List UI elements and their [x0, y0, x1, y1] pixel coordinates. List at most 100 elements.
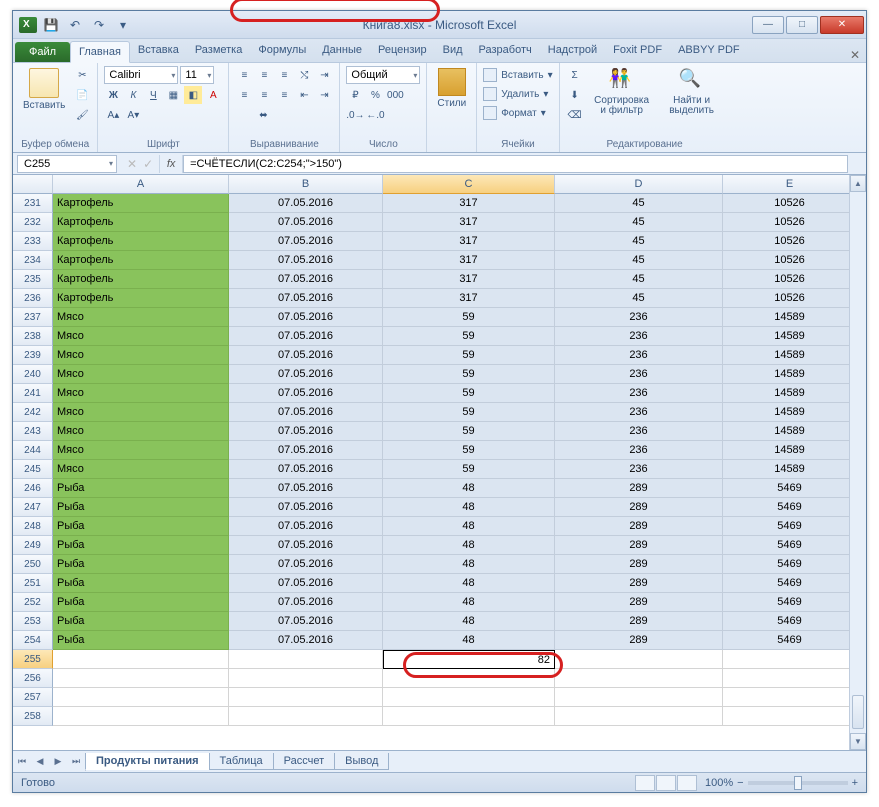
cell[interactable]: 48 — [383, 555, 555, 574]
border-button[interactable]: ▦ — [164, 86, 182, 104]
cell[interactable]: 48 — [383, 574, 555, 593]
row-header[interactable]: 242 — [13, 403, 53, 422]
cell[interactable]: Картофель — [53, 232, 229, 251]
row-header[interactable]: 253 — [13, 612, 53, 631]
cell[interactable]: 59 — [383, 346, 555, 365]
cell[interactable]: 14589 — [723, 327, 857, 346]
row-header[interactable]: 252 — [13, 593, 53, 612]
cell[interactable]: 45 — [555, 289, 723, 308]
row-header[interactable]: 257 — [13, 688, 53, 707]
autosum-button[interactable]: Σ — [566, 66, 584, 84]
cell[interactable]: 289 — [555, 498, 723, 517]
cell[interactable] — [53, 669, 229, 688]
format-cells-button[interactable]: Формат ▾ — [483, 104, 546, 122]
cell[interactable]: Картофель — [53, 251, 229, 270]
sheet-nav-last[interactable]: ⏭ — [67, 753, 85, 771]
cell[interactable]: 07.05.2016 — [229, 232, 383, 251]
cell[interactable]: 07.05.2016 — [229, 612, 383, 631]
cell[interactable]: 07.05.2016 — [229, 631, 383, 650]
cell[interactable]: 48 — [383, 479, 555, 498]
font-size-combo[interactable]: 11 — [180, 66, 214, 84]
row-header[interactable]: 238 — [13, 327, 53, 346]
number-format-combo[interactable]: Общий — [346, 66, 420, 84]
cell[interactable]: 289 — [555, 574, 723, 593]
cell[interactable]: 07.05.2016 — [229, 384, 383, 403]
ribbon-tab[interactable]: Foxit PDF — [605, 40, 670, 62]
cell[interactable]: 59 — [383, 460, 555, 479]
maximize-button[interactable]: □ — [786, 16, 818, 34]
row-header[interactable]: 249 — [13, 536, 53, 555]
increase-indent-button[interactable]: ⇥ — [315, 86, 333, 104]
sheet-nav-prev[interactable]: ◀ — [31, 753, 49, 771]
increase-decimal-button[interactable]: .0→ — [346, 106, 364, 124]
cell[interactable]: 317 — [383, 232, 555, 251]
row-header[interactable]: 255 — [13, 650, 53, 669]
cell[interactable]: 14589 — [723, 460, 857, 479]
cell[interactable]: Рыба — [53, 555, 229, 574]
insert-cells-button[interactable]: Вставить ▾ — [483, 66, 552, 84]
cell[interactable]: 07.05.2016 — [229, 403, 383, 422]
cell[interactable]: 07.05.2016 — [229, 270, 383, 289]
cell[interactable]: 10526 — [723, 232, 857, 251]
cell[interactable]: 236 — [555, 346, 723, 365]
cell[interactable]: 10526 — [723, 213, 857, 232]
cell[interactable]: 289 — [555, 631, 723, 650]
cell[interactable]: 5469 — [723, 555, 857, 574]
ribbon-tab[interactable]: Вставка — [130, 40, 187, 62]
cell[interactable]: Рыба — [53, 631, 229, 650]
increase-font-button[interactable]: A▴ — [104, 106, 122, 124]
cell[interactable]: 07.05.2016 — [229, 308, 383, 327]
font-color-button[interactable]: A — [204, 86, 222, 104]
cell[interactable] — [229, 707, 383, 726]
ribbon-tab[interactable]: Разметка — [187, 40, 251, 62]
cell[interactable]: 317 — [383, 213, 555, 232]
cell[interactable]: 317 — [383, 194, 555, 213]
cell[interactable]: 317 — [383, 270, 555, 289]
cell[interactable]: 07.05.2016 — [229, 536, 383, 555]
formula-input[interactable]: =СЧЁТЕСЛИ(C2:C254;">150") — [183, 155, 848, 173]
cell[interactable]: 236 — [555, 403, 723, 422]
cell[interactable]: 07.05.2016 — [229, 460, 383, 479]
cell[interactable]: 236 — [555, 460, 723, 479]
cell[interactable]: 59 — [383, 403, 555, 422]
delete-cells-button[interactable]: Удалить ▾ — [483, 85, 548, 103]
cell[interactable]: 07.05.2016 — [229, 593, 383, 612]
cell[interactable]: 236 — [555, 308, 723, 327]
row-header[interactable]: 248 — [13, 517, 53, 536]
cell[interactable]: Мясо — [53, 327, 229, 346]
cell[interactable]: Картофель — [53, 213, 229, 232]
cut-button[interactable]: ✂ — [73, 66, 91, 84]
row-header[interactable]: 240 — [13, 365, 53, 384]
qat-undo-button[interactable]: ↶ — [65, 16, 85, 34]
sort-filter-button[interactable]: 👫 Сортировка и фильтр — [588, 66, 656, 118]
row-header[interactable]: 247 — [13, 498, 53, 517]
cell[interactable] — [723, 688, 857, 707]
cell[interactable]: 5469 — [723, 517, 857, 536]
cell[interactable] — [229, 650, 383, 669]
paste-button[interactable]: Вставить — [19, 66, 69, 113]
font-name-combo[interactable]: Calibri — [104, 66, 178, 84]
cell[interactable]: 14589 — [723, 441, 857, 460]
cell[interactable]: 48 — [383, 498, 555, 517]
ribbon-tab[interactable]: ABBYY PDF — [670, 40, 748, 62]
percent-button[interactable]: % — [366, 86, 384, 104]
cell[interactable]: 317 — [383, 289, 555, 308]
close-button[interactable]: ✕ — [820, 16, 864, 34]
row-header[interactable]: 231 — [13, 194, 53, 213]
cell[interactable]: 07.05.2016 — [229, 327, 383, 346]
cell[interactable]: 59 — [383, 441, 555, 460]
cell[interactable]: 48 — [383, 517, 555, 536]
cell[interactable]: 45 — [555, 270, 723, 289]
zoom-slider[interactable] — [748, 781, 848, 785]
ribbon-tab[interactable]: Надстрой — [540, 40, 605, 62]
cell[interactable]: 07.05.2016 — [229, 479, 383, 498]
row-header[interactable]: 233 — [13, 232, 53, 251]
cell[interactable]: 236 — [555, 365, 723, 384]
cell[interactable]: 5469 — [723, 631, 857, 650]
cell[interactable] — [53, 707, 229, 726]
cell[interactable]: Рыба — [53, 574, 229, 593]
sheet-nav-next[interactable]: ▶ — [49, 753, 67, 771]
row-header[interactable]: 245 — [13, 460, 53, 479]
cell[interactable]: 45 — [555, 251, 723, 270]
cell[interactable]: 317 — [383, 251, 555, 270]
